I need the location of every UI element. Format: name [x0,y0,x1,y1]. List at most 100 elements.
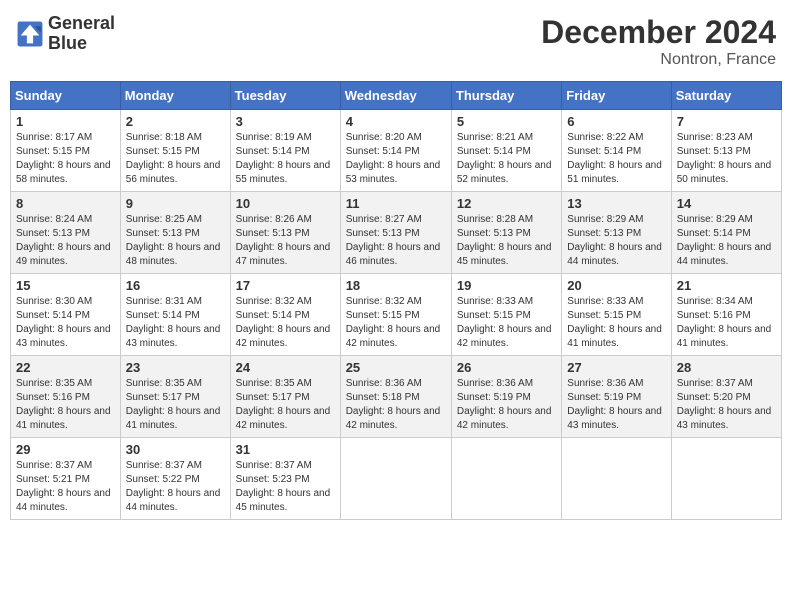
calendar-cell [562,438,671,520]
day-info: Sunrise: 8:35 AMSunset: 5:16 PMDaylight:… [16,377,115,433]
day-number: 10 [236,196,335,211]
day-info: Sunrise: 8:17 AMSunset: 5:15 PMDaylight:… [16,131,115,187]
day-number: 20 [567,278,665,293]
logo-text: General Blue [48,14,115,54]
logo-line1: General [48,14,115,34]
day-info: Sunrise: 8:21 AMSunset: 5:14 PMDaylight:… [457,131,556,187]
day-number: 12 [457,196,556,211]
calendar-cell: 28Sunrise: 8:37 AMSunset: 5:20 PMDayligh… [671,356,781,438]
day-info: Sunrise: 8:24 AMSunset: 5:13 PMDaylight:… [16,213,115,269]
day-number: 4 [346,114,446,129]
calendar-cell: 15 Sunrise: 8:30 AMSunset: 5:14 PMDayligh… [11,274,121,356]
weekday-header: Wednesday [340,82,451,110]
day-number: 3 [236,114,335,129]
calendar-cell [340,438,451,520]
day-info: Sunrise: 8:22 AMSunset: 5:14 PMDaylight:… [567,131,665,187]
day-number: 25 [346,360,446,375]
calendar-cell: 20 Sunrise: 8:33 AMSunset: 5:15 PMDayligh… [562,274,671,356]
calendar-cell: 24 Sunrise: 8:35 AMSunset: 5:17 PMDayligh… [230,356,340,438]
day-number: 14 [677,196,776,211]
title-area: December 2024 Nontron, France [541,14,776,69]
day-info: Sunrise: 8:35 AMSunset: 5:17 PMDaylight:… [236,377,335,433]
day-info: Sunrise: 8:37 AMSunset: 5:21 PMDaylight:… [16,459,115,515]
calendar-week-row: 29 Sunrise: 8:37 AMSunset: 5:21 PMDayligh… [11,438,782,520]
calendar-cell: 29 Sunrise: 8:37 AMSunset: 5:21 PMDayligh… [11,438,121,520]
weekday-header: Saturday [671,82,781,110]
day-number: 1 [16,114,115,129]
page-header: General Blue December 2024 Nontron, Fran… [10,10,782,73]
calendar-cell: 21Sunrise: 8:34 AMSunset: 5:16 PMDayligh… [671,274,781,356]
month-title: December 2024 [541,14,776,51]
day-number: 13 [567,196,665,211]
day-info: Sunrise: 8:31 AMSunset: 5:14 PMDaylight:… [126,295,225,351]
day-number: 6 [567,114,665,129]
day-number: 5 [457,114,556,129]
day-info: Sunrise: 8:20 AMSunset: 5:14 PMDaylight:… [346,131,446,187]
day-number: 22 [16,360,115,375]
day-number: 2 [126,114,225,129]
day-number: 8 [16,196,115,211]
calendar-cell: 12 Sunrise: 8:28 AMSunset: 5:13 PMDayligh… [451,192,561,274]
weekday-header: Friday [562,82,671,110]
logo-icon [16,20,44,48]
day-info: Sunrise: 8:36 AMSunset: 5:19 PMDaylight:… [457,377,556,433]
calendar-table: SundayMondayTuesdayWednesdayThursdayFrid… [10,81,782,520]
calendar-cell: 23Sunrise: 8:35 AMSunset: 5:17 PMDayligh… [120,356,230,438]
day-info: Sunrise: 8:27 AMSunset: 5:13 PMDaylight:… [346,213,446,269]
day-info: Sunrise: 8:19 AMSunset: 5:14 PMDaylight:… [236,131,335,187]
calendar-week-row: 1 Sunrise: 8:17 AMSunset: 5:15 PMDaylight… [11,110,782,192]
day-number: 7 [677,114,776,129]
day-info: Sunrise: 8:29 AMSunset: 5:13 PMDaylight:… [567,213,665,269]
calendar-cell: 8 Sunrise: 8:24 AMSunset: 5:13 PMDaylight… [11,192,121,274]
day-info: Sunrise: 8:33 AMSunset: 5:15 PMDaylight:… [567,295,665,351]
day-info: Sunrise: 8:37 AMSunset: 5:22 PMDaylight:… [126,459,225,515]
calendar-cell: 30 Sunrise: 8:37 AMSunset: 5:22 PMDayligh… [120,438,230,520]
day-info: Sunrise: 8:32 AMSunset: 5:15 PMDaylight:… [346,295,446,351]
calendar-cell: 25Sunrise: 8:36 AMSunset: 5:18 PMDayligh… [340,356,451,438]
day-number: 15 [16,278,115,293]
calendar-cell: 11 Sunrise: 8:27 AMSunset: 5:13 PMDayligh… [340,192,451,274]
day-number: 27 [567,360,665,375]
calendar-cell: 6 Sunrise: 8:22 AMSunset: 5:14 PMDaylight… [562,110,671,192]
calendar-cell: 7Sunrise: 8:23 AMSunset: 5:13 PMDaylight… [671,110,781,192]
weekday-header: Monday [120,82,230,110]
day-info: Sunrise: 8:25 AMSunset: 5:13 PMDaylight:… [126,213,225,269]
location: Nontron, France [541,51,776,69]
calendar-cell: 13 Sunrise: 8:29 AMSunset: 5:13 PMDayligh… [562,192,671,274]
day-info: Sunrise: 8:26 AMSunset: 5:13 PMDaylight:… [236,213,335,269]
day-number: 19 [457,278,556,293]
day-number: 21 [677,278,776,293]
day-info: Sunrise: 8:29 AMSunset: 5:14 PMDaylight:… [677,213,776,269]
calendar-cell: 19Sunrise: 8:33 AMSunset: 5:15 PMDayligh… [451,274,561,356]
logo-line2: Blue [48,34,115,54]
day-number: 11 [346,196,446,211]
calendar-cell: 22 Sunrise: 8:35 AMSunset: 5:16 PMDayligh… [11,356,121,438]
day-number: 24 [236,360,335,375]
day-number: 17 [236,278,335,293]
day-info: Sunrise: 8:37 AMSunset: 5:23 PMDaylight:… [236,459,335,515]
day-number: 29 [16,442,115,457]
calendar-cell: 18Sunrise: 8:32 AMSunset: 5:15 PMDayligh… [340,274,451,356]
calendar-week-row: 8 Sunrise: 8:24 AMSunset: 5:13 PMDaylight… [11,192,782,274]
day-number: 31 [236,442,335,457]
calendar-cell: 10 Sunrise: 8:26 AMSunset: 5:13 PMDayligh… [230,192,340,274]
calendar-week-row: 22 Sunrise: 8:35 AMSunset: 5:16 PMDayligh… [11,356,782,438]
day-number: 16 [126,278,225,293]
day-info: Sunrise: 8:30 AMSunset: 5:14 PMDaylight:… [16,295,115,351]
calendar-cell: 4 Sunrise: 8:20 AMSunset: 5:14 PMDaylight… [340,110,451,192]
day-info: Sunrise: 8:36 AMSunset: 5:19 PMDaylight:… [567,377,665,433]
day-info: Sunrise: 8:28 AMSunset: 5:13 PMDaylight:… [457,213,556,269]
calendar-cell: 31 Sunrise: 8:37 AMSunset: 5:23 PMDayligh… [230,438,340,520]
calendar-cell: 9Sunrise: 8:25 AMSunset: 5:13 PMDaylight… [120,192,230,274]
calendar-week-row: 15 Sunrise: 8:30 AMSunset: 5:14 PMDayligh… [11,274,782,356]
calendar-cell: 26Sunrise: 8:36 AMSunset: 5:19 PMDayligh… [451,356,561,438]
day-number: 30 [126,442,225,457]
weekday-header: Sunday [11,82,121,110]
calendar-cell: 1 Sunrise: 8:17 AMSunset: 5:15 PMDaylight… [11,110,121,192]
day-info: Sunrise: 8:37 AMSunset: 5:20 PMDaylight:… [677,377,776,433]
day-info: Sunrise: 8:32 AMSunset: 5:14 PMDaylight:… [236,295,335,351]
calendar-cell [671,438,781,520]
calendar-cell: 5 Sunrise: 8:21 AMSunset: 5:14 PMDaylight… [451,110,561,192]
day-info: Sunrise: 8:35 AMSunset: 5:17 PMDaylight:… [126,377,225,433]
calendar-cell [451,438,561,520]
